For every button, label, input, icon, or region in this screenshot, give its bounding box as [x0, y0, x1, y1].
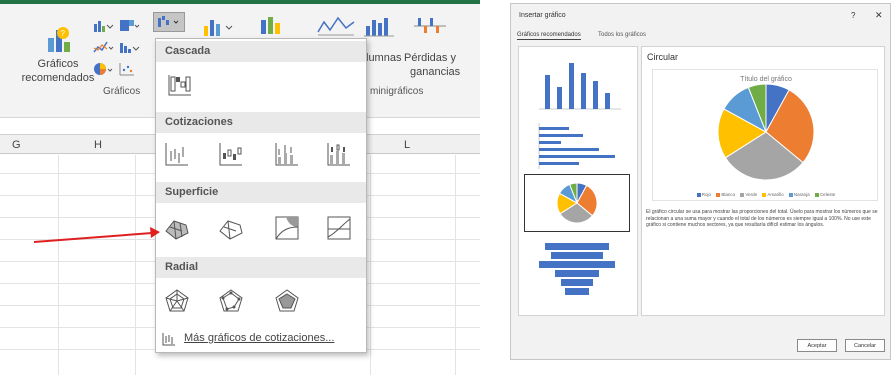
waterfall-chart-icon[interactable] — [167, 71, 193, 97]
section-stock: Cotizaciones — [156, 112, 366, 133]
sparkline-winloss-icon[interactable] — [412, 14, 448, 38]
legend-label: Celeste — [819, 192, 836, 197]
chart-preview-pane: Circular Título del gráfico Rojo Blanco … — [641, 46, 885, 316]
legend-item: Amarillo — [762, 192, 784, 197]
pivot-chart-icon[interactable] — [258, 14, 288, 38]
recommended-label-2: recomendados — [21, 72, 95, 84]
ok-button[interactable]: Aceptar — [797, 339, 837, 352]
legend-item: Naranja — [788, 192, 810, 197]
close-icon[interactable]: ✕ — [875, 10, 883, 21]
waterfall-stock-chart-button[interactable] — [153, 12, 185, 32]
legend-item: Verde — [740, 192, 757, 197]
dialog-title: Insertar gráfico — [519, 12, 566, 19]
winloss-label-2: ganancias — [410, 66, 461, 78]
stock-ohlc-icon[interactable] — [218, 141, 244, 167]
recommended-charts-icon: ? — [48, 27, 70, 52]
chart-description: El gráfico circular se usa para mostrar … — [646, 209, 878, 228]
statistic-chart-icon[interactable] — [118, 39, 140, 55]
thumb-bar-graphic — [538, 123, 615, 169]
thumb-bar-chart[interactable] — [525, 117, 629, 173]
column-header-l[interactable]: L — [404, 139, 410, 151]
thumb-column-graphic — [539, 63, 621, 110]
excel-window: ? Gráficos recomendados lumnas Pérdidas … — [0, 0, 480, 375]
stock-vhlc-icon[interactable] — [274, 141, 300, 167]
hierarchy-chart-icon[interactable] — [118, 17, 140, 33]
pie-chart-preview: Título del gráfico Rojo Blanco Verde Ama… — [652, 69, 878, 201]
thumb-funnel-chart[interactable] — [525, 237, 629, 307]
stock-hlc-icon[interactable] — [164, 141, 190, 167]
sparklines-group-label: minigráficos — [370, 86, 424, 97]
ribbon-top-bar — [0, 0, 480, 4]
wireframe-contour-icon[interactable] — [326, 215, 352, 241]
legend-label: Amarillo — [767, 192, 784, 197]
stock-vohlc-icon[interactable] — [326, 141, 352, 167]
pie-chart — [717, 83, 815, 181]
legend-label: Naranja — [793, 192, 810, 197]
winloss-label-1: Pérdidas y — [404, 52, 456, 64]
recommended-charts-button[interactable]: ? Gráficos recomendados — [18, 20, 98, 100]
contour-icon[interactable] — [274, 215, 300, 241]
legend-item: Celeste — [814, 192, 836, 197]
legend-label: Verde — [745, 192, 758, 197]
legend-item: Blanco — [716, 192, 735, 197]
chart-title: Título del gráfico — [740, 76, 792, 83]
thumb-funnel-graphic — [539, 243, 615, 295]
charts-group-label: Gráficos — [103, 86, 141, 97]
recommended-chart-list[interactable] — [518, 46, 638, 316]
section-waterfall: Cascada — [156, 41, 366, 62]
scatter-chart-icon[interactable] — [118, 61, 140, 77]
surface-3d-icon[interactable] — [164, 215, 190, 241]
radar-icon[interactable] — [164, 288, 190, 314]
grid-col-line — [58, 155, 59, 375]
chart-legend: Rojo Blanco Verde Amarillo Naranja Celes… — [653, 192, 879, 197]
grid-col-line — [370, 155, 371, 375]
insert-chart-dialog: Insertar gráfico ? ✕ Gráficos recomendad… — [510, 3, 891, 360]
thumb-pie-chart-selected[interactable] — [524, 174, 630, 232]
wireframe-surface-3d-icon[interactable] — [218, 215, 244, 241]
stock-small-icon — [162, 333, 175, 346]
line-chart-icon[interactable] — [92, 39, 114, 55]
section-radar: Radial — [156, 257, 366, 278]
sparkline-line-icon[interactable] — [316, 14, 356, 38]
chart-type-dropdown: Cascada Cotizaciones Superficie Radial M… — [155, 38, 367, 353]
more-stock-charts-label[interactable]: Más gráficos de cotizaciones... — [184, 332, 334, 344]
legend-item: Rojo — [696, 192, 712, 197]
recommended-label-1: Gráficos — [37, 58, 79, 70]
columns-label: lumnas — [366, 52, 402, 64]
thumb-column-chart[interactable] — [525, 53, 629, 117]
chart-type-buttons — [92, 14, 154, 84]
column-header-g[interactable]: G — [12, 139, 21, 151]
legend-label: Rojo — [701, 192, 712, 197]
column-header-h[interactable]: H — [94, 139, 102, 151]
radar-markers-icon[interactable] — [218, 288, 244, 314]
tab-recommended[interactable]: Gráficos recomendados — [517, 32, 581, 40]
waterfall-icon — [158, 16, 179, 27]
more-stock-charts-link[interactable]: Más gráficos de cotizaciones... — [156, 327, 366, 351]
tab-all-charts[interactable]: Todos los gráficos — [598, 32, 646, 38]
svg-text:?: ? — [61, 29, 66, 38]
grid-col-line — [455, 155, 456, 375]
section-surface: Superficie — [156, 182, 366, 203]
column-chart-icon[interactable] — [92, 17, 114, 33]
cancel-button[interactable]: Cancelar — [845, 339, 885, 352]
help-icon[interactable]: ? — [851, 11, 855, 20]
thumb-pie-graphic — [556, 182, 598, 224]
preview-chart-type: Circular — [647, 52, 679, 62]
sparkline-column-icon[interactable] — [362, 14, 398, 38]
pie-chart-icon[interactable] — [92, 61, 114, 77]
filled-radar-icon[interactable] — [274, 288, 300, 314]
map-chart-icon[interactable] — [200, 14, 236, 38]
legend-label: Blanco — [721, 192, 736, 197]
grid-col-line — [135, 155, 136, 375]
